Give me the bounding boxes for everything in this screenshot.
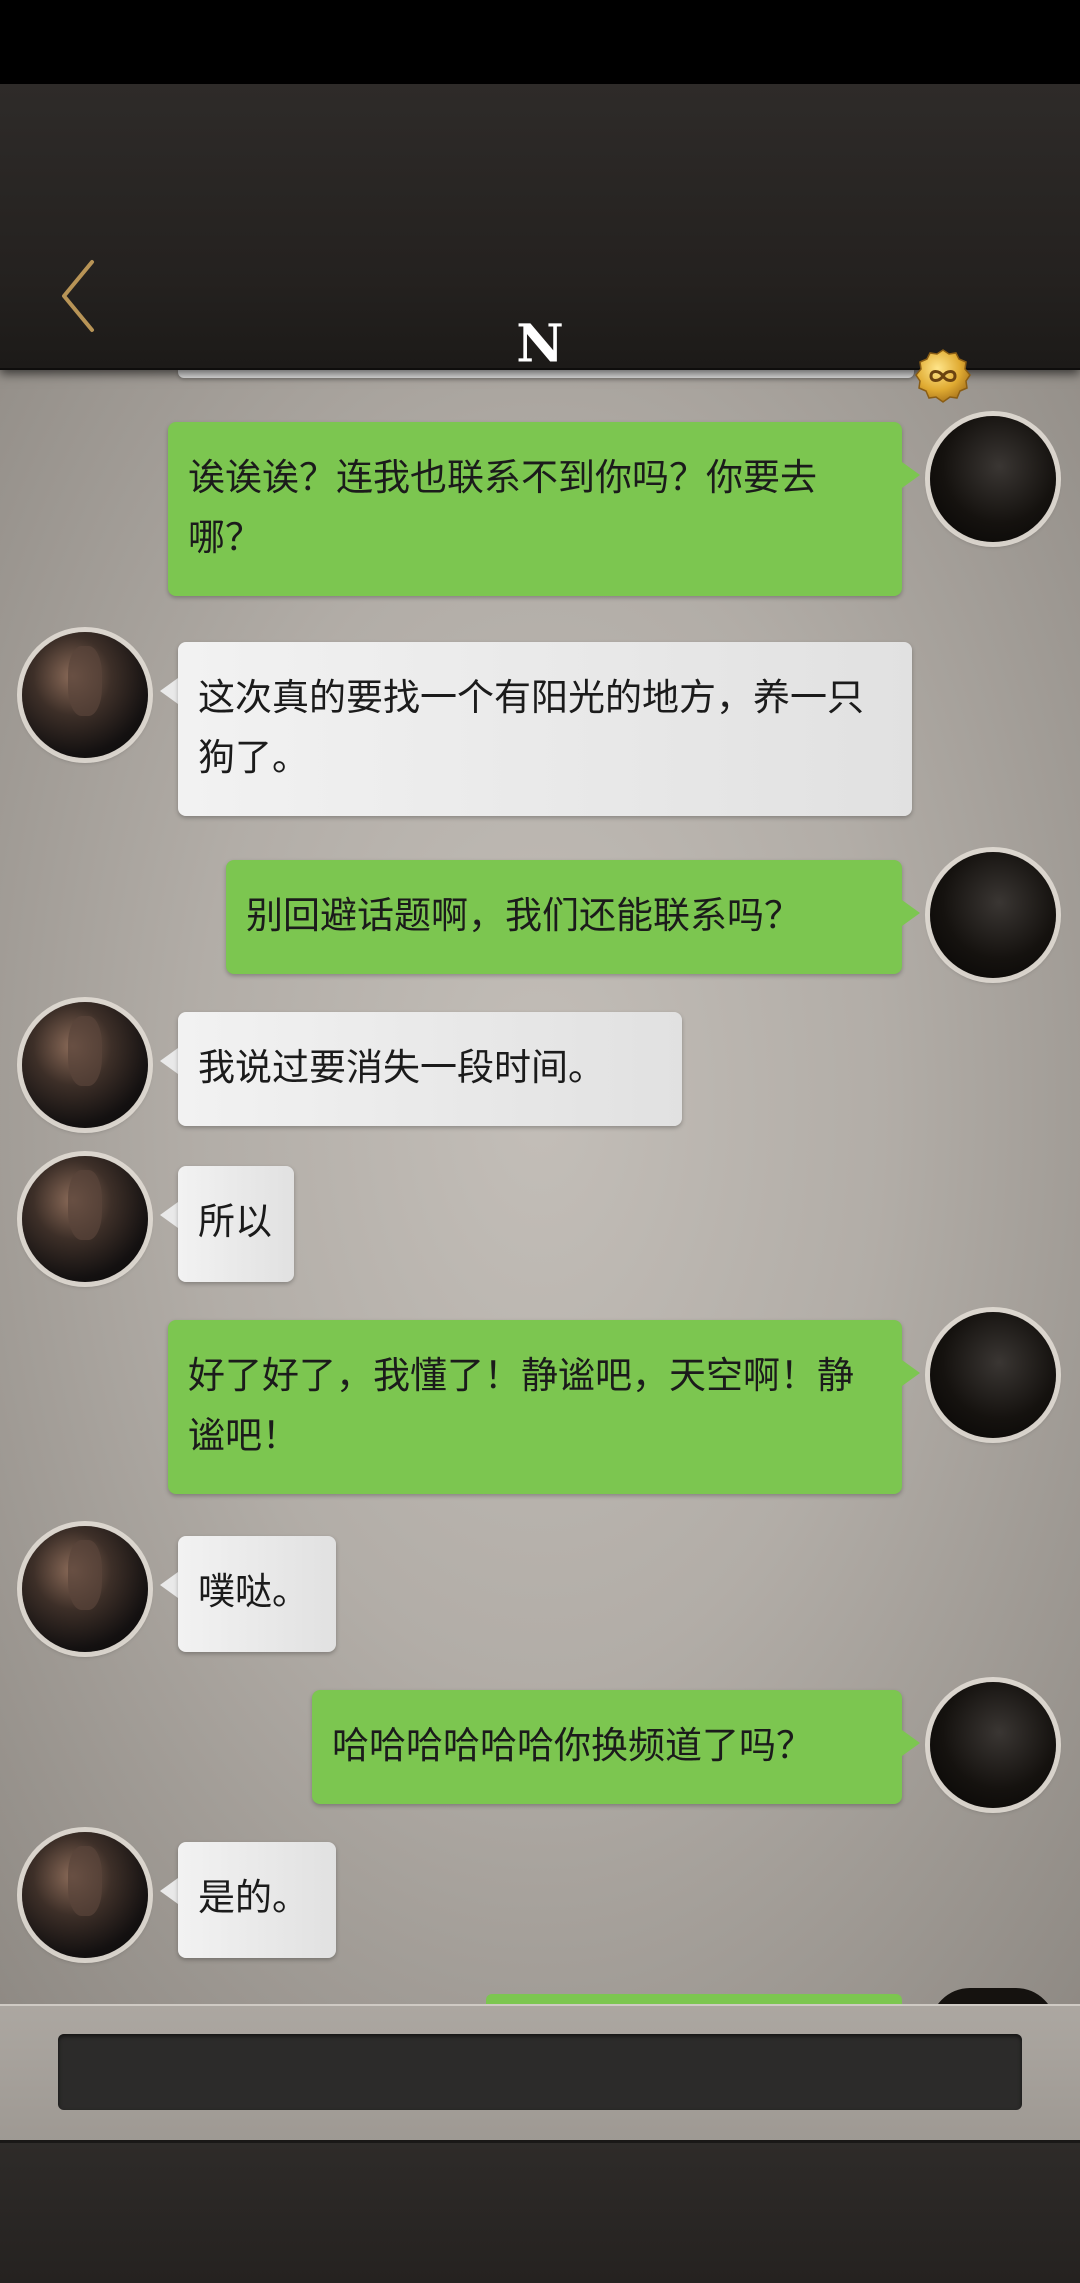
status-bar <box>0 0 1080 84</box>
next-message-edge <box>486 1994 902 2004</box>
bubble-tail <box>160 1572 178 1598</box>
message-bubble[interactable]: 所以 <box>178 1166 294 1282</box>
contact-avatar[interactable] <box>22 1002 148 1128</box>
message-bubble[interactable]: 噗哒。 <box>178 1536 336 1652</box>
message-bubble[interactable]: 是的。 <box>178 1842 336 1958</box>
contact-avatar[interactable] <box>22 1156 148 1282</box>
contact-avatar[interactable] <box>22 1526 148 1652</box>
bubble-tail <box>902 1730 920 1756</box>
message-text: 哈哈哈哈哈哈你换频道了吗？ <box>332 1724 813 1767</box>
my-avatar[interactable] <box>930 1682 1056 1808</box>
message-bubble[interactable]: 这次真的要找一个有阳光的地方，养一只狗了。 <box>178 642 912 816</box>
infinity-coin-icon <box>915 349 971 403</box>
message-text: 所以 <box>198 1200 272 1243</box>
bottom-panel <box>0 2004 1080 2283</box>
bottom-bar <box>0 2140 1080 2283</box>
message-text: 别回避话题啊，我们还能联系吗？ <box>246 894 801 937</box>
message-text: 诶诶诶？连我也联系不到你吗？你要去哪？ <box>188 456 817 559</box>
chat-header: N <box>0 84 1080 403</box>
bubble-tail <box>160 1878 178 1904</box>
next-avatar-edge <box>930 1988 1056 2004</box>
message-bubble[interactable]: 好了好了，我懂了！静谧吧，天空啊！静谧吧！ <box>168 1320 902 1494</box>
message-text: 噗哒。 <box>198 1570 309 1613</box>
message-bubble[interactable]: 别回避话题啊，我们还能联系吗？ <box>226 860 902 974</box>
bubble-tail <box>160 1202 178 1228</box>
my-avatar[interactable] <box>930 852 1056 978</box>
bubble-tail <box>160 1048 178 1074</box>
coin-button[interactable] <box>914 348 972 406</box>
bubble-tail <box>902 462 920 488</box>
my-avatar[interactable] <box>930 1312 1056 1438</box>
chat-area[interactable]: 诶诶诶？连我也联系不到你吗？你要去哪？ 这次真的要找一个有阳光的地方，养一只狗了… <box>0 368 1080 2004</box>
message-text: 我说过要消失一段时间。 <box>198 1046 605 1089</box>
message-input[interactable] <box>58 2034 1022 2110</box>
message-bubble[interactable]: 我说过要消失一段时间。 <box>178 1012 682 1126</box>
my-avatar[interactable] <box>930 416 1056 542</box>
message-bubble[interactable]: 诶诶诶？连我也联系不到你吗？你要去哪？ <box>168 422 902 596</box>
contact-avatar[interactable] <box>22 1832 148 1958</box>
message-text: 好了好了，我懂了！静谧吧，天空啊！静谧吧！ <box>188 1354 854 1457</box>
message-text: 这次真的要找一个有阳光的地方，养一只狗了。 <box>198 676 864 779</box>
input-strip <box>0 2004 1080 2142</box>
message-bubble[interactable]: 哈哈哈哈哈哈你换频道了吗？ <box>312 1690 902 1804</box>
bubble-tail <box>160 678 178 704</box>
message-text: 是的。 <box>198 1876 309 1919</box>
contact-avatar[interactable] <box>22 632 148 758</box>
bubble-tail <box>902 900 920 926</box>
bubble-tail <box>902 1360 920 1386</box>
